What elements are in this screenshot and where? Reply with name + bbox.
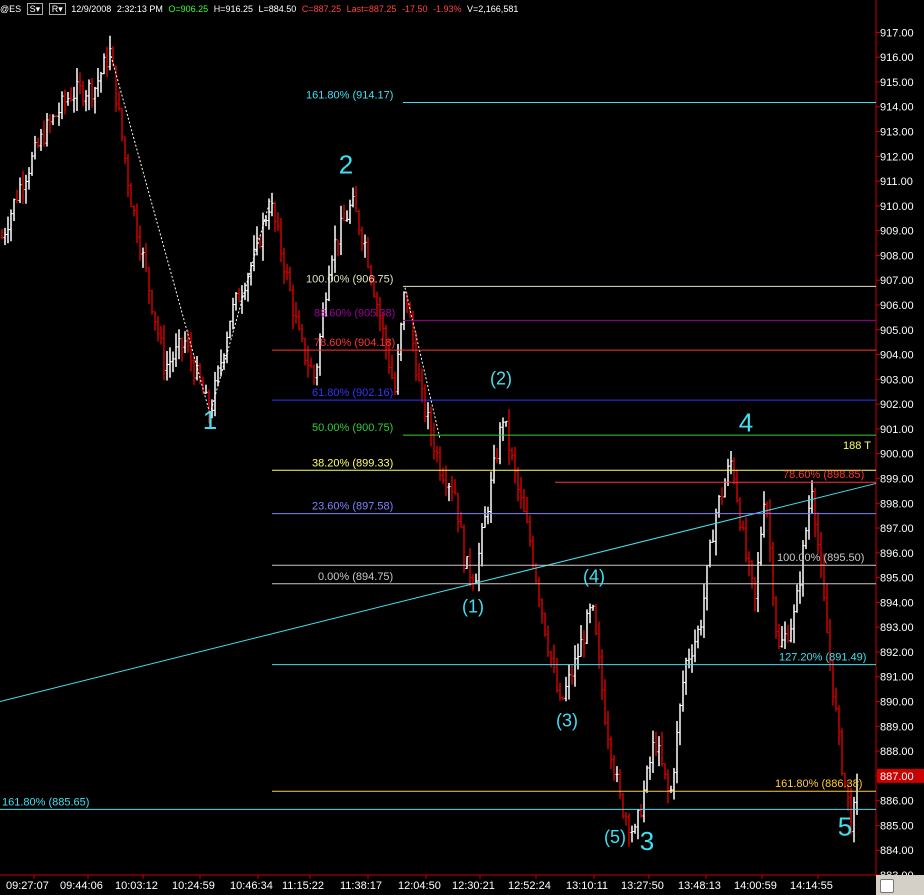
fib-level-label: 100.00% (895.50) — [777, 552, 864, 564]
x-tick-label: 10:24:59 — [172, 880, 215, 892]
fib-level-label: 100.00% (906.75) — [306, 273, 393, 285]
x-tick-label: 10:03:12 — [115, 880, 158, 892]
x-tick-label: 13:27:50 — [621, 880, 664, 892]
y-tick-label: 886.00 — [880, 796, 914, 808]
fib-level-label: 61.80% (902.16) — [312, 387, 393, 399]
fib-level-label: 38.20% (899.33) — [312, 457, 393, 469]
y-tick-label: 917.00 — [880, 27, 914, 39]
y-tick-label: 900.00 — [880, 449, 914, 461]
y-tick-label: 895.00 — [880, 573, 914, 585]
y-tick-label: 912.00 — [880, 151, 914, 163]
y-tick-label: 914.00 — [880, 102, 914, 114]
elliott-wave-label: 1 — [203, 405, 217, 435]
fib-level-label: 161.80% (914.17) — [306, 90, 393, 102]
elliott-wave-label: (2) — [490, 368, 512, 388]
x-tick-label: 14:00:59 — [734, 880, 777, 892]
x-tick-label: 11:38:17 — [340, 880, 382, 892]
elliott-wave-label: 5 — [838, 811, 852, 841]
fib-level-label: 78.60% (904.18) — [314, 337, 395, 349]
y-tick-label: 913.00 — [880, 127, 914, 139]
last-price-label: 887.00 — [880, 771, 914, 783]
tick-count-label: 188 T — [843, 440, 871, 452]
x-tick-label: 12:30:21 — [452, 880, 495, 892]
x-tick-label: 12:04:50 — [398, 880, 441, 892]
fib-level-label: 23.60% (897.58) — [312, 501, 393, 513]
y-tick-label: 892.00 — [880, 647, 914, 659]
fib-level-label: 88.60% (905.38) — [314, 307, 395, 319]
elliott-wave-label: 3 — [640, 826, 654, 856]
y-tick-label: 894.00 — [880, 597, 914, 609]
y-tick-label: 910.00 — [880, 201, 914, 213]
elliott-wave-label: (5) — [604, 827, 626, 847]
y-tick-label: 903.00 — [880, 374, 914, 386]
fib-level-label: 78.60% (898.85) — [783, 469, 864, 481]
y-tick-label: 884.00 — [880, 845, 914, 857]
trendline — [0, 482, 877, 703]
elliott-wave-label: (3) — [556, 710, 578, 730]
x-tick-label: 09:27:07 — [6, 880, 49, 892]
y-tick-label: 890.00 — [880, 697, 914, 709]
price-chart[interactable]: 917.00 916.00 915.00 914.00 913.00 912.00 911.… — [0, 0, 924, 895]
fib-level-label: 161.80% (886.38) — [775, 778, 862, 790]
y-tick-label: 889.00 — [880, 721, 914, 733]
y-tick-label: 893.00 — [880, 622, 914, 634]
x-tick-label: 12:52:24 — [508, 880, 551, 892]
fib-level-label: 50.00% (900.75) — [312, 422, 393, 434]
elliott-wave-label: 4 — [739, 407, 753, 437]
fib-level-label: 161.80% (885.65) — [2, 796, 89, 808]
y-tick-label: 899.00 — [880, 473, 914, 485]
elliott-wave-label: (4) — [583, 567, 605, 587]
scroll-button[interactable] — [880, 879, 894, 893]
fib-level-label: 0.00% (894.75) — [318, 571, 393, 583]
y-tick-label: 915.00 — [880, 77, 914, 89]
y-tick-label: 905.00 — [880, 325, 914, 337]
x-tick-label: 14:14:55 — [790, 880, 833, 892]
y-tick-label: 904.00 — [880, 350, 914, 362]
x-tick-label: 13:48:13 — [678, 880, 721, 892]
y-tick-label: 916.00 — [880, 52, 914, 64]
y-tick-label: 897.00 — [880, 523, 914, 535]
y-tick-label: 911.00 — [880, 176, 913, 188]
swing-dotted-line — [109, 52, 271, 416]
y-tick-label: 896.00 — [880, 548, 914, 560]
y-tick-label: 907.00 — [880, 275, 914, 287]
y-tick-label: 909.00 — [880, 226, 914, 238]
y-tick-label: 888.00 — [880, 746, 914, 758]
y-tick-label: 908.00 — [880, 250, 914, 262]
x-tick-label: 11:15:22 — [282, 880, 324, 892]
x-tick-label: 09:44:06 — [60, 880, 103, 892]
y-tick-label: 901.00 — [880, 424, 914, 436]
x-tick-label: 10:46:34 — [230, 880, 273, 892]
elliott-wave-label: (1) — [462, 596, 484, 616]
x-tick-label: 13:10:11 — [566, 880, 608, 892]
y-tick-label: 902.00 — [880, 399, 914, 411]
y-tick-label: 898.00 — [880, 498, 914, 510]
y-tick-label: 891.00 — [880, 672, 914, 684]
fib-level-label: 127.20% (891.49) — [779, 652, 866, 664]
elliott-wave-label: 2 — [339, 150, 353, 180]
y-tick-label: 885.00 — [880, 820, 914, 832]
y-tick-label: 906.00 — [880, 300, 914, 312]
